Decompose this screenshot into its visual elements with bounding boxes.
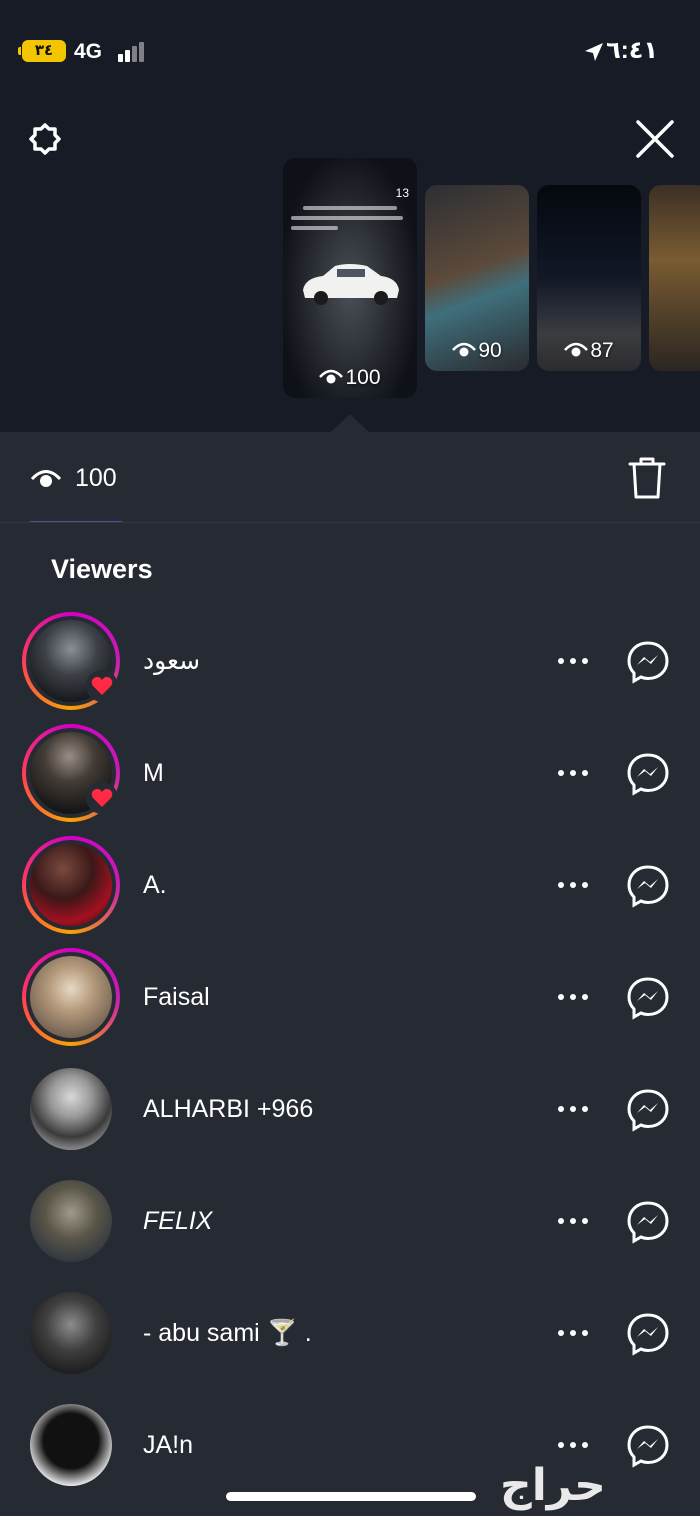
close-icon[interactable] [632, 116, 678, 162]
story-caption: 13 [395, 186, 409, 200]
story-view-count: 90 [425, 339, 529, 363]
more-icon[interactable] [557, 1437, 589, 1453]
viewer-row[interactable]: A. [0, 836, 700, 948]
viewer-name[interactable]: JA!n [143, 1429, 193, 1461]
total-views-count[interactable]: 100 [75, 462, 117, 494]
trash-icon[interactable] [628, 456, 666, 500]
heart-icon [86, 670, 118, 702]
more-icon[interactable] [557, 1101, 589, 1117]
location-arrow-icon [585, 43, 603, 61]
avatar[interactable] [30, 1404, 112, 1486]
network-type: 4G [74, 40, 103, 63]
home-indicator[interactable] [226, 1492, 476, 1501]
watermark-logo: حراج [500, 1461, 606, 1510]
status-bar: ٣٤ 4G ٦:٤١ [0, 0, 700, 100]
selection-pointer [331, 414, 369, 432]
gear-icon[interactable] [22, 116, 68, 162]
messenger-icon[interactable] [626, 640, 670, 684]
viewer-row[interactable]: M [0, 724, 700, 836]
viewer-name[interactable]: A. [143, 869, 167, 901]
avatar[interactable] [22, 836, 120, 934]
viewer-name[interactable]: FELIX [143, 1205, 212, 1237]
more-icon[interactable] [557, 653, 589, 669]
messenger-icon[interactable] [626, 1424, 670, 1468]
heart-icon [86, 782, 118, 814]
viewer-row[interactable]: FELIX [0, 1172, 700, 1284]
story-thumbnail[interactable] [649, 185, 700, 371]
viewer-row[interactable]: Faisal [0, 948, 700, 1060]
story-thumbnail-selected[interactable]: 13 100 [283, 158, 417, 398]
avatar[interactable] [30, 1068, 112, 1150]
viewer-name[interactable]: ALHARBI +966 [143, 1093, 313, 1125]
story-view-count-value: 100 [345, 366, 381, 389]
viewer-name[interactable]: سعود [143, 645, 200, 677]
viewer-row[interactable]: - abu sami 🍸 . [0, 1284, 700, 1396]
clock: ٦:٤١ [606, 37, 658, 64]
story-thumbnail[interactable]: 87 [537, 185, 641, 371]
story-thumbnail[interactable]: 90 [425, 185, 529, 371]
messenger-icon[interactable] [626, 976, 670, 1020]
avatar[interactable] [22, 948, 120, 1046]
viewer-name[interactable]: Faisal [143, 981, 210, 1013]
messenger-icon[interactable] [626, 1200, 670, 1244]
eye-icon [30, 470, 62, 487]
viewer-name[interactable]: M [143, 757, 164, 789]
battery-indicator: ٣٤ [18, 40, 66, 62]
viewers-heading: Viewers [51, 554, 153, 584]
more-icon[interactable] [557, 1213, 589, 1229]
story-view-count: 87 [537, 339, 641, 363]
signal-icon [118, 42, 148, 62]
more-icon[interactable] [557, 877, 589, 893]
story-text-overlay [291, 206, 409, 236]
viewer-name[interactable]: - abu sami 🍸 . [143, 1317, 312, 1349]
divider [0, 522, 700, 523]
more-icon[interactable] [557, 1325, 589, 1341]
story-view-count-value: 90 [478, 339, 502, 362]
messenger-icon[interactable] [626, 864, 670, 908]
more-icon[interactable] [557, 989, 589, 1005]
viewer-row[interactable]: ALHARBI +966 [0, 1060, 700, 1172]
story-view-count: 100 [283, 366, 417, 390]
avatar[interactable] [30, 1180, 112, 1262]
story-view-count-value: 87 [590, 339, 614, 362]
messenger-icon[interactable] [626, 1088, 670, 1132]
avatar[interactable] [30, 1292, 112, 1374]
more-icon[interactable] [557, 765, 589, 781]
messenger-icon[interactable] [626, 1312, 670, 1356]
viewer-row[interactable]: سعود [0, 612, 700, 724]
messenger-icon[interactable] [626, 752, 670, 796]
car-image [303, 264, 399, 305]
